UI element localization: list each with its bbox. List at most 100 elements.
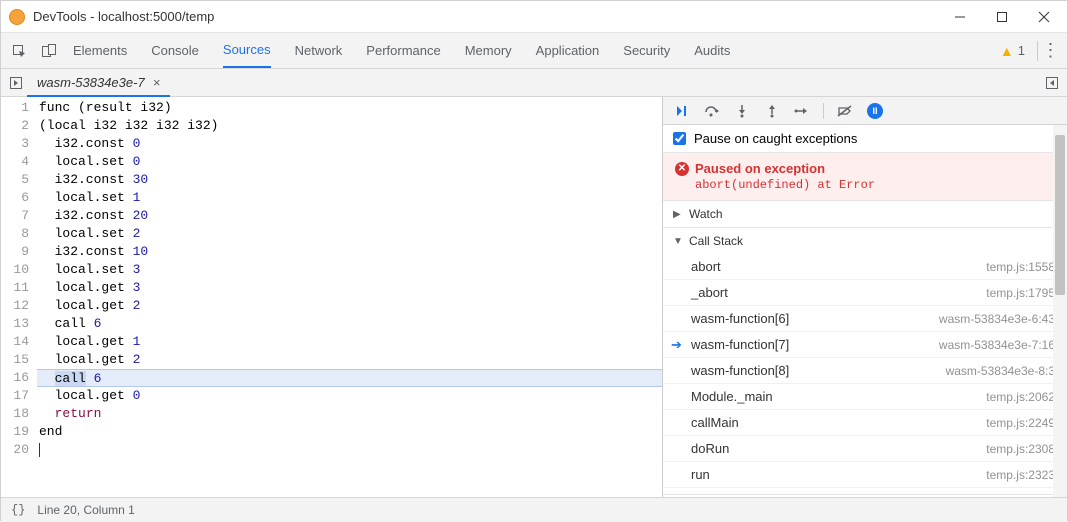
code-line[interactable]: local.set 1 [37, 189, 662, 207]
watch-label: Watch [689, 207, 723, 221]
stack-function: run [691, 467, 986, 482]
scrollbar-thumb[interactable] [1055, 135, 1065, 295]
stack-function: Module._main [691, 389, 986, 404]
tab-security[interactable]: Security [623, 33, 670, 68]
stack-location: wasm-53834e3e-7:16 [939, 338, 1055, 352]
panel-tabs: Elements Console Sources Network Performance… [73, 33, 1000, 68]
step-icon[interactable] [793, 102, 811, 120]
inspect-icon[interactable] [9, 41, 29, 61]
stack-frame[interactable]: doRuntemp.js:2308 [663, 436, 1067, 462]
stack-frame[interactable]: runtemp.js:2323 [663, 462, 1067, 488]
exception-detail: abort(undefined) at Error [695, 178, 1047, 192]
stack-location: temp.js:2062 [986, 390, 1055, 404]
stack-frame[interactable]: ➔wasm-function[7]wasm-53834e3e-7:16 [663, 332, 1067, 358]
stack-frame[interactable]: callMaintemp.js:2249 [663, 410, 1067, 436]
stack-location: temp.js:2323 [986, 468, 1055, 482]
more-options-icon[interactable]: ⋮ [1037, 41, 1057, 61]
stack-frame[interactable]: runCallertemp.js:2224 [663, 488, 1067, 494]
debugger-pane: II Pause on caught exceptions ✕ Paused o… [663, 97, 1067, 497]
stack-function: abort [691, 259, 986, 274]
callstack-label: Call Stack [689, 234, 743, 248]
code-line[interactable]: local.set 0 [37, 153, 662, 171]
chevron-right-icon: ▶ [673, 209, 683, 220]
code-line[interactable]: return [37, 405, 662, 423]
file-tab[interactable]: wasm-53834e3e-7 × [27, 70, 170, 97]
code-line[interactable] [37, 441, 662, 459]
stack-location: temp.js:2249 [986, 416, 1055, 430]
code-line[interactable]: local.set 3 [37, 261, 662, 279]
brackets-icon[interactable]: {} [11, 503, 25, 517]
status-bar: {} Line 20, Column 1 [1, 497, 1067, 522]
navigator-toggle-icon[interactable] [5, 72, 27, 94]
stack-function: runCaller [691, 493, 986, 494]
stack-location: temp.js:1558 [986, 260, 1055, 274]
code-editor[interactable]: 1234567891011121314151617181920 func (re… [1, 97, 663, 497]
code-line[interactable]: func (result i32) [37, 99, 662, 117]
stack-frame[interactable]: wasm-function[6]wasm-53834e3e-6:43 [663, 306, 1067, 332]
pause-on-exceptions-icon[interactable]: II [866, 102, 884, 120]
code-line[interactable]: i32.const 10 [37, 243, 662, 261]
tab-performance[interactable]: Performance [366, 33, 440, 68]
debugger-toggle-icon[interactable] [1041, 72, 1063, 94]
code-line[interactable]: local.set 2 [37, 225, 662, 243]
stack-function: wasm-function[8] [691, 363, 946, 378]
stack-location: wasm-53834e3e-8:3 [946, 364, 1055, 378]
pause-caught-checkbox[interactable] [673, 132, 686, 145]
deactivate-breakpoints-icon[interactable] [836, 102, 854, 120]
close-button[interactable] [1029, 3, 1059, 31]
exception-title: Paused on exception [695, 161, 825, 176]
warning-count: 1 [1018, 43, 1025, 58]
tab-console[interactable]: Console [151, 33, 199, 68]
close-icon[interactable]: × [153, 75, 161, 90]
stack-function: _abort [691, 285, 986, 300]
tab-audits[interactable]: Audits [694, 33, 730, 68]
stack-frame[interactable]: Module._maintemp.js:2062 [663, 384, 1067, 410]
code-line[interactable]: local.get 2 [37, 297, 662, 315]
minimize-button[interactable] [945, 3, 975, 31]
tab-elements[interactable]: Elements [73, 33, 127, 68]
stack-frame[interactable]: _aborttemp.js:1795 [663, 280, 1067, 306]
stack-frame[interactable]: wasm-function[8]wasm-53834e3e-8:3 [663, 358, 1067, 384]
device-toggle-icon[interactable] [39, 41, 59, 61]
tab-memory[interactable]: Memory [465, 33, 512, 68]
cursor-position: Line 20, Column 1 [37, 503, 134, 517]
watch-section[interactable]: ▶ Watch [663, 201, 1067, 228]
code-line[interactable]: local.get 2 [37, 351, 662, 369]
code-line[interactable]: i32.const 0 [37, 135, 662, 153]
resume-icon[interactable] [673, 102, 691, 120]
error-icon: ✕ [675, 162, 689, 176]
warning-badge[interactable]: ▲ 1 [1000, 43, 1025, 59]
tab-sources[interactable]: Sources [223, 33, 271, 68]
debug-toolbar: II [663, 97, 1067, 125]
code-content[interactable]: func (result i32)(local i32 i32 i32 i32)… [37, 97, 662, 497]
tab-application[interactable]: Application [536, 33, 600, 68]
devtools-icon [9, 9, 25, 25]
step-into-icon[interactable] [733, 102, 751, 120]
pause-caught-checkbox-row[interactable]: Pause on caught exceptions [663, 125, 1067, 153]
code-line[interactable]: i32.const 20 [37, 207, 662, 225]
callstack-header[interactable]: ▼ Call Stack [663, 228, 1067, 254]
code-line[interactable]: (local i32 i32 i32 i32) [37, 117, 662, 135]
scrollbar[interactable] [1053, 125, 1067, 497]
toolbar-divider [823, 103, 824, 119]
line-number-gutter: 1234567891011121314151617181920 [1, 97, 37, 497]
file-tab-label: wasm-53834e3e-7 [37, 75, 145, 90]
step-over-icon[interactable] [703, 102, 721, 120]
chevron-down-icon: ▼ [673, 236, 683, 247]
exception-notice: ✕ Paused on exception abort(undefined) a… [663, 153, 1067, 201]
step-out-icon[interactable] [763, 102, 781, 120]
main-area: 1234567891011121314151617181920 func (re… [1, 97, 1067, 497]
code-line[interactable]: local.get 0 [37, 387, 662, 405]
code-line[interactable]: local.get 3 [37, 279, 662, 297]
stack-frame[interactable]: aborttemp.js:1558 [663, 254, 1067, 280]
panel-tabs-row: Elements Console Sources Network Performance… [1, 33, 1067, 69]
code-line[interactable]: end [37, 423, 662, 441]
code-line[interactable]: local.get 1 [37, 333, 662, 351]
warning-icon: ▲ [1000, 43, 1014, 59]
code-line[interactable]: call 6 [37, 369, 662, 387]
tab-network[interactable]: Network [295, 33, 343, 68]
maximize-button[interactable] [987, 3, 1017, 31]
code-line[interactable]: call 6 [37, 315, 662, 333]
code-line[interactable]: i32.const 30 [37, 171, 662, 189]
window-title: DevTools - localhost:5000/temp [33, 9, 945, 24]
